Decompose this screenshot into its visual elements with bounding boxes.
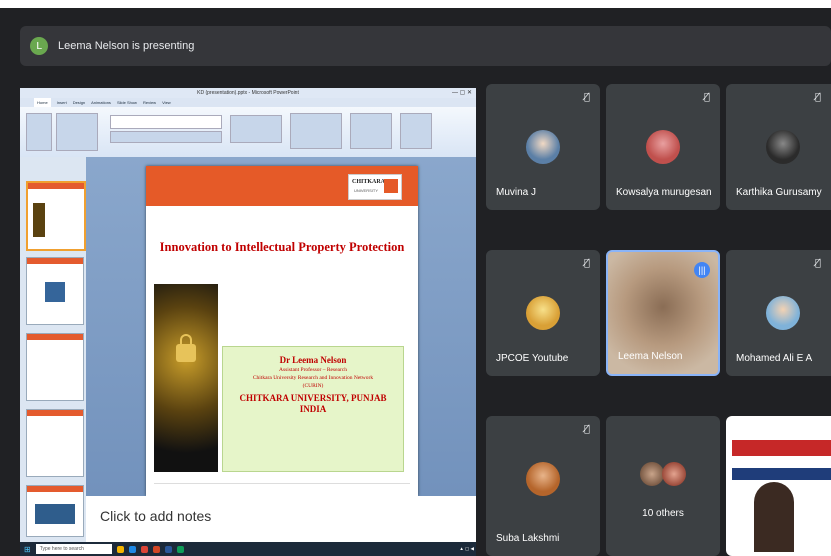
mic-off-icon: 🎙̸ xyxy=(814,258,821,269)
tab-insert[interactable]: Insert xyxy=(57,98,67,107)
presenting-banner[interactable]: L Leema Nelson is presenting xyxy=(20,26,831,66)
powerpoint-icon[interactable] xyxy=(152,545,160,553)
mic-off-icon: 🎙̸ xyxy=(703,92,710,103)
taskbar-search[interactable]: Type here to search xyxy=(35,544,112,554)
meet-window: L Leema Nelson is presenting KD (present… xyxy=(0,8,831,556)
lock-icon xyxy=(176,334,196,362)
mic-off-icon: 🎙̸ xyxy=(814,92,821,103)
avatar xyxy=(526,130,560,164)
participant-name: Karthika Gurusamy xyxy=(736,187,822,198)
slide-thumbnail[interactable] xyxy=(26,409,84,477)
avatar xyxy=(662,462,686,486)
avatar xyxy=(526,296,560,330)
presenter-avatar: L xyxy=(30,37,48,55)
presenter-university: CHITKARA UNIVERSITY, PUNJAB xyxy=(239,393,387,403)
window-controls: — ▢ ✕ xyxy=(451,90,472,96)
tab-view[interactable]: View xyxy=(162,98,171,107)
avatar xyxy=(766,296,800,330)
padlock-head-image xyxy=(154,284,218,472)
avatar xyxy=(766,130,800,164)
self-video-person xyxy=(754,482,794,552)
participant-name: You xyxy=(736,539,753,550)
slide-editor: CHITKARA UNIVERSITY Innovation to Intell… xyxy=(86,157,476,542)
word-icon[interactable] xyxy=(164,545,172,553)
banner-video xyxy=(732,440,831,456)
tab-design[interactable]: Design xyxy=(73,98,85,107)
participant-tile[interactable]: 🎙̸ Karthika Gurusamy xyxy=(726,84,831,210)
chrome-icon[interactable] xyxy=(140,545,148,553)
window-title: KD (presentation).pptx - Microsoft Power… xyxy=(197,90,299,96)
university-logo: CHITKARA UNIVERSITY xyxy=(348,174,402,200)
avatar xyxy=(526,462,560,496)
font-box[interactable] xyxy=(110,115,222,129)
windows-start-icon[interactable]: ⊞ xyxy=(24,545,31,554)
participant-name: Suba Lakshmi xyxy=(496,533,560,544)
presenter-network-abbr: (CURIN) xyxy=(302,383,324,389)
editing-group[interactable] xyxy=(400,113,432,149)
participant-name: JPCOE Youtube xyxy=(496,353,569,364)
participant-tile[interactable]: 🎙̸ JPCOE Youtube xyxy=(486,250,600,376)
current-slide[interactable]: CHITKARA UNIVERSITY Innovation to Intell… xyxy=(146,166,418,496)
participant-name: Mohamed Ali E A xyxy=(736,353,813,364)
drawing-group[interactable] xyxy=(290,113,342,149)
participant-tile[interactable]: 🎙̸ Mohamed Ali E A xyxy=(726,250,831,376)
slide-thumbnail[interactable] xyxy=(26,257,84,325)
windows-taskbar: ⊞ Type here to search ▲ ▢ ◀ xyxy=(20,542,476,556)
avatar xyxy=(640,462,664,486)
tab-slide-show[interactable]: Slide Show xyxy=(117,98,137,107)
speaking-indicator-icon: ||| xyxy=(694,262,710,278)
shared-screen: KD (presentation).pptx - Microsoft Power… xyxy=(20,88,476,556)
mic-off-icon: 🎙̸ xyxy=(583,92,590,103)
ribbon xyxy=(20,107,476,158)
presenter-network: Chitkara University Research and Innovat… xyxy=(252,375,374,381)
taskbar-clock: ▲ ▢ ◀ xyxy=(459,546,474,551)
slide-thumbnail[interactable] xyxy=(26,181,86,251)
quick-styles-group[interactable] xyxy=(350,113,392,149)
participant-name: Leema Nelson xyxy=(618,351,683,362)
banner-video xyxy=(732,468,831,480)
others-count: 10 others xyxy=(642,508,684,519)
slide-thumbnail[interactable] xyxy=(26,333,84,401)
slide-header-band: CHITKARA UNIVERSITY xyxy=(146,166,418,206)
powerpoint-titlebar: KD (presentation).pptx - Microsoft Power… xyxy=(20,88,476,98)
ribbon-tabs: Home Insert Design Animations Slide Show… xyxy=(20,98,476,107)
participant-tile[interactable]: 🎙̸ Kowsalya murugesan xyxy=(606,84,720,210)
tab-animations[interactable]: Animations xyxy=(91,98,111,107)
font-format-group[interactable] xyxy=(110,131,222,143)
presenter-info-box: Dr Leema Nelson Assistant Professor – Re… xyxy=(222,346,404,472)
participant-tile-others[interactable]: 10 others xyxy=(606,416,720,556)
notes-placeholder: Click to add notes xyxy=(100,508,212,524)
tab-review[interactable]: Review xyxy=(143,98,156,107)
slides-group[interactable] xyxy=(56,113,98,151)
slide-thumbnails-pane xyxy=(20,157,86,542)
mic-off-icon: 🎙̸ xyxy=(583,424,590,435)
presenter-country: INDIA xyxy=(299,404,327,414)
avatar xyxy=(646,130,680,164)
slide-title: Innovation to Intellectual Property Prot… xyxy=(159,240,405,254)
presenting-text: Leema Nelson is presenting xyxy=(58,40,195,52)
slide-footer xyxy=(154,483,410,488)
participant-name: Kowsalya murugesan xyxy=(616,187,712,198)
mic-off-icon: 🎙̸ xyxy=(583,258,590,269)
edge-icon[interactable] xyxy=(128,545,136,553)
participant-tile-active-speaker[interactable]: ||| Leema Nelson xyxy=(606,250,720,376)
presenter-name: Dr Leema Nelson xyxy=(279,355,347,365)
participant-name: Muvina J xyxy=(496,187,537,198)
notes-pane[interactable]: Click to add notes xyxy=(86,496,476,542)
paragraph-group[interactable] xyxy=(230,115,282,143)
slide-thumbnail[interactable] xyxy=(26,485,84,537)
presenter-role: Assistant Professor – Research xyxy=(279,367,347,373)
participant-tile[interactable]: 🎙̸ Muvina J xyxy=(486,84,600,210)
app-icon[interactable] xyxy=(176,545,184,553)
powerpoint-workspace: CHITKARA UNIVERSITY Innovation to Intell… xyxy=(20,157,476,542)
participant-tile[interactable]: 🎙̸ Suba Lakshmi xyxy=(486,416,600,556)
paste-button[interactable] xyxy=(26,113,52,151)
participant-tile-self[interactable]: You xyxy=(726,416,831,556)
folder-icon[interactable] xyxy=(116,545,124,553)
tab-home[interactable]: Home xyxy=(34,98,51,107)
